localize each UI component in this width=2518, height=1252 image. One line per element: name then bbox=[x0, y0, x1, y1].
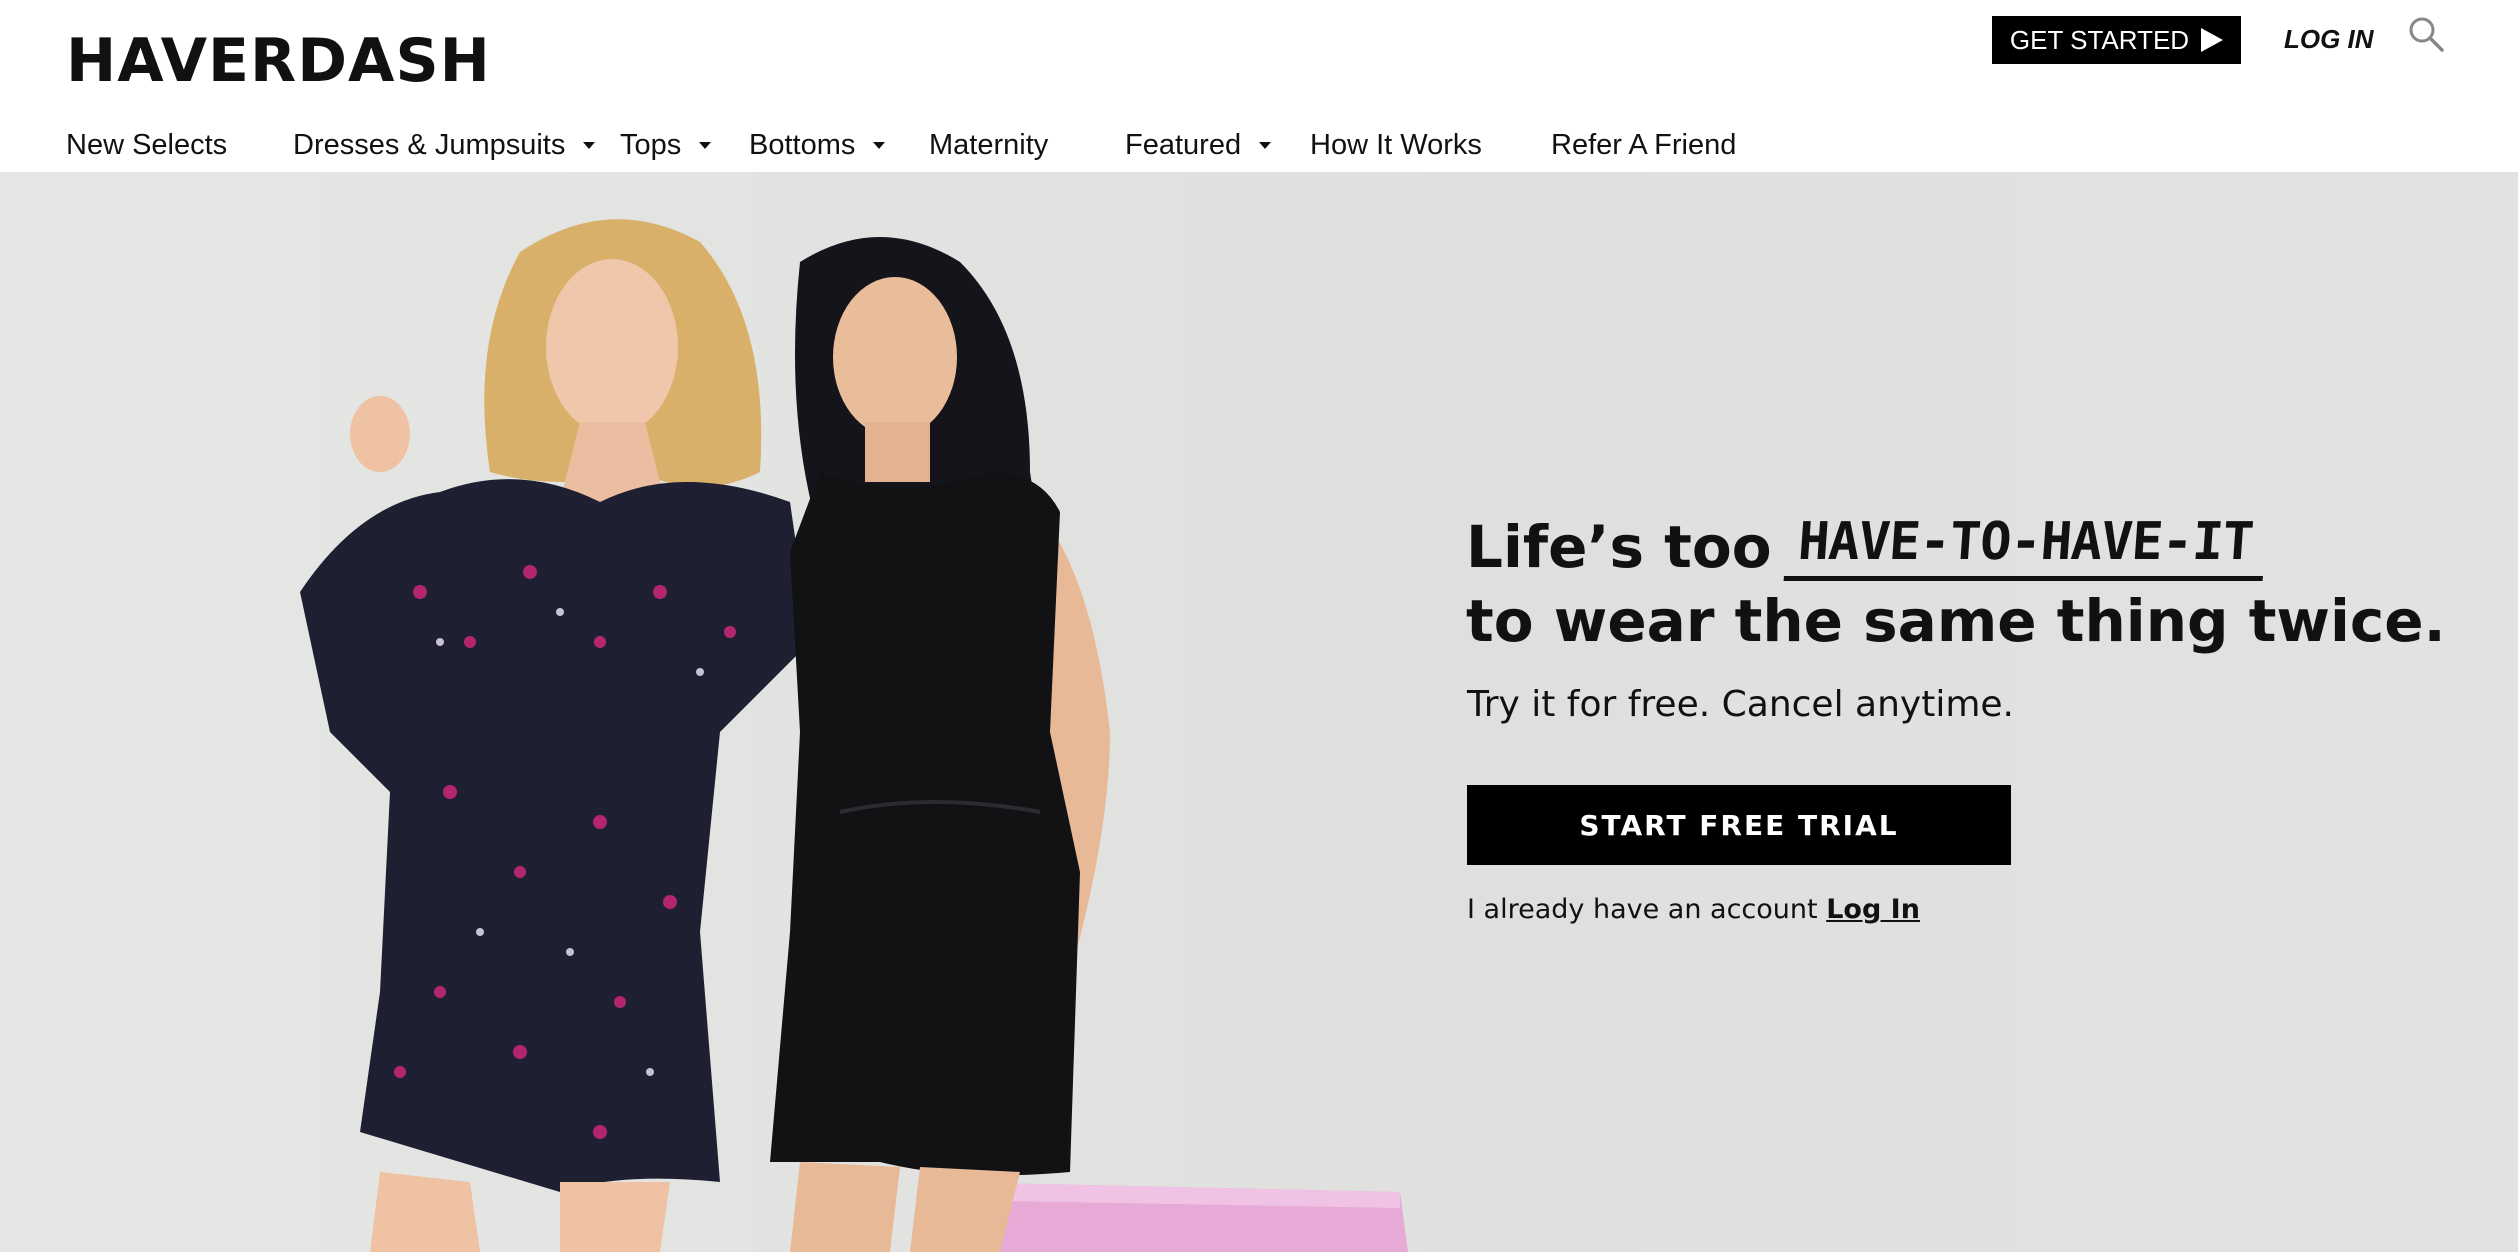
search-icon[interactable] bbox=[2406, 14, 2446, 54]
nav-item-label: Refer A Friend bbox=[1551, 128, 1737, 161]
caret-down-icon bbox=[583, 141, 596, 149]
nav-item-label: Featured bbox=[1125, 128, 1242, 161]
get-started-button[interactable]: GET STARTED bbox=[1992, 16, 2241, 64]
nav-item-featured[interactable]: Featured bbox=[1125, 120, 1272, 170]
existing-account-line: I already have an account Log In bbox=[1467, 894, 1920, 925]
headline-prefix: Life’s too bbox=[1466, 513, 1772, 581]
nav-item-tops[interactable]: Tops bbox=[620, 120, 712, 170]
model-floral-dress bbox=[300, 219, 810, 1252]
site-header: HAVERDASH GET STARTED LOG IN New Selects… bbox=[0, 0, 2518, 172]
caret-down-icon bbox=[1259, 141, 1272, 149]
hero-login-link[interactable]: Log In bbox=[1826, 894, 1920, 925]
nav-item-label: Dresses & Jumpsuits bbox=[293, 128, 566, 161]
caret-down-icon bbox=[873, 141, 886, 149]
headline-line-1: Life’s too HAVE-TO-HAVE-IT bbox=[1466, 512, 2446, 581]
caret-down-icon bbox=[699, 141, 712, 149]
nav-item-label: Bottoms bbox=[749, 128, 856, 161]
nav-item-label: Tops bbox=[620, 128, 682, 161]
get-started-label: GET STARTED bbox=[2009, 24, 2190, 55]
hero-subheadline: Try it for free. Cancel anytime. bbox=[1467, 684, 2014, 725]
hero-models-image bbox=[300, 219, 1408, 1252]
nav-item-refer-a-friend[interactable]: Refer A Friend bbox=[1551, 120, 1736, 170]
headline-highlight: HAVE-TO-HAVE-IT bbox=[1783, 512, 2267, 581]
nav-item-label: New Selects bbox=[66, 128, 228, 161]
model-black-dress bbox=[770, 237, 1110, 1252]
login-link[interactable]: LOG IN bbox=[2284, 24, 2374, 55]
nav-item-label: How It Works bbox=[1310, 128, 1482, 161]
nav-item-new-selects[interactable]: New Selects bbox=[66, 120, 227, 170]
start-free-trial-button[interactable]: START FREE TRIAL bbox=[1467, 785, 2011, 865]
nav-item-maternity[interactable]: Maternity bbox=[929, 120, 1048, 170]
hero-headline: Life’s too HAVE-TO-HAVE-IT to wear the s… bbox=[1466, 512, 2446, 657]
headline-line-2: to wear the same thing twice. bbox=[1466, 587, 2446, 655]
hero-banner: Life’s too HAVE-TO-HAVE-IT to wear the s… bbox=[0, 172, 2518, 1252]
nav-item-label: Maternity bbox=[929, 128, 1049, 161]
nav-item-how-it-works[interactable]: How It Works bbox=[1310, 120, 1482, 170]
nav-item-dresses-jumpsuits[interactable]: Dresses & Jumpsuits bbox=[293, 120, 596, 170]
existing-account-text: I already have an account bbox=[1467, 894, 1818, 925]
nav-item-bottoms[interactable]: Bottoms bbox=[749, 120, 886, 170]
play-arrow-icon bbox=[2201, 28, 2224, 52]
brand-logo[interactable]: HAVERDASH bbox=[66, 26, 491, 96]
